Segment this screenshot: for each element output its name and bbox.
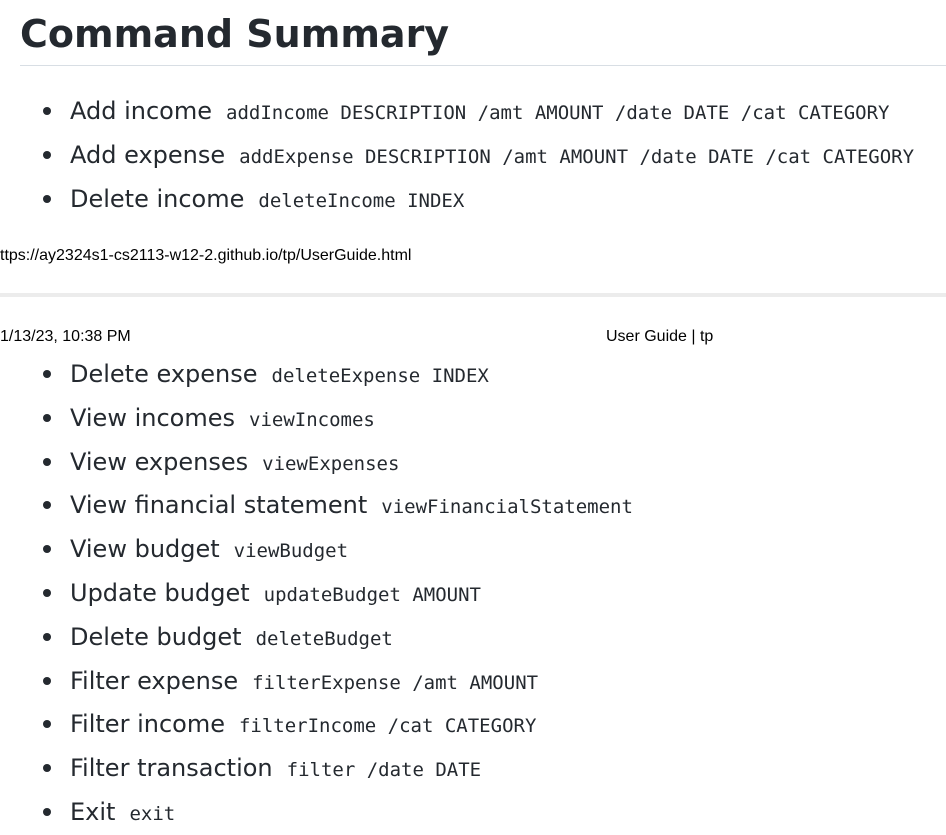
bullet-icon [43,807,51,816]
list-item: Delete budget deleteBudget [0,616,946,660]
command-description: Delete budget deleteBudget [70,622,393,654]
bullet-icon [43,632,51,641]
command-label: Filter expense [70,666,239,695]
list-item: Add income addIncome DESCRIPTION /amt AMO… [0,90,946,134]
command-code: viewFinancialStatement [381,496,633,519]
bullet-icon [43,150,51,159]
command-label: View incomes [70,403,235,432]
command-description: View budget viewBudget [70,534,348,566]
command-code: viewExpenses [262,452,400,475]
command-label: Delete expense [70,360,258,388]
command-description: Exit exit [70,797,175,829]
command-description: Delete income deleteIncome INDEX [70,184,464,216]
command-label: View expenses [70,447,249,476]
command-code: addIncome DESCRIPTION /amt AMOUNT /date … [226,102,890,124]
command-description: Delete expense deleteExpense INDEX [70,359,489,391]
list-item: Delete expense deleteExpense INDEX [0,353,946,397]
command-description: Add expense addExpense DESCRIPTION /amt A… [70,140,914,172]
command-label: Delete budget [70,622,242,651]
command-code: deleteExpense INDEX [271,365,489,387]
command-code: filterExpense /amt AMOUNT [252,671,539,694]
list-item: Update budget updateBudget AMOUNT [0,572,946,616]
command-code: viewIncomes [249,408,375,431]
command-description: View financial statement viewFinancialSta… [70,490,633,522]
list-item: View incomes viewIncomes [0,397,946,441]
command-description: Update budget updateBudget AMOUNT [70,578,481,610]
command-code: viewBudget [233,540,349,563]
command-label: Filter income [70,710,225,739]
command-description: Add income addIncome DESCRIPTION /amt AMO… [70,96,889,128]
command-label: Exit [70,797,116,826]
bullet-icon [43,676,51,685]
command-label: Add expense [70,140,226,169]
command-code: filterIncome /cat CATEGORY [238,715,537,738]
command-label: View budget [70,535,220,564]
command-code: exit [129,802,176,825]
command-code: deleteIncome INDEX [258,189,465,212]
list-item: Add expense addExpense DESCRIPTION /amt A… [0,134,946,178]
command-code: filter /date DATE [286,759,482,782]
bullet-icon [43,107,51,115]
list-item: Delete income deleteIncome INDEX [0,178,946,222]
bullet-icon [43,720,51,729]
bullet-icon [43,413,51,422]
command-code: deleteBudget [255,627,393,650]
bullet-icon [43,370,51,378]
command-description: Filter transaction filter /date DATE [70,753,481,785]
command-list: Add income addIncome DESCRIPTION /amt AMO… [0,90,946,221]
bullet-icon [43,194,51,203]
print-header-title: User Guide | tp [606,328,714,345]
command-label: Filter transaction [70,754,273,783]
command-description: View expenses viewExpenses [70,447,399,479]
command-description: Filter expense filterExpense /amt AMOUNT [70,666,538,698]
print-footer-url: ttps://ay2324s1-cs2113-w12-2.github.io/t… [0,247,412,264]
command-list: Delete expense deleteExpense INDEX View i… [0,353,946,835]
list-item: View budget viewBudget [0,528,946,572]
heading-divider [20,65,946,66]
page-break-divider [0,293,946,297]
command-code: updateBudget AMOUNT [263,583,481,606]
command-code: addExpense DESCRIPTION /amt AMOUNT /date… [239,145,915,168]
command-label: Update budget [70,578,250,607]
page-title: Command Summary [20,12,450,56]
command-description: View incomes viewIncomes [70,403,375,435]
command-label: Add income [70,97,212,125]
list-item: Filter income filterIncome /cat CATEGORY [0,703,946,747]
command-description: Filter income filterIncome /cat CATEGORY [70,709,536,741]
bullet-icon [43,588,51,597]
command-label: View financial statement [70,491,368,520]
list-item: View financial statement viewFinancialSta… [0,484,946,528]
bullet-icon [43,545,51,554]
list-item: Filter expense filterExpense /amt AMOUNT [0,660,946,704]
print-header-date: 1/13/23, 10:38 PM [0,328,131,345]
bullet-icon [43,764,51,773]
bullet-icon [43,501,51,510]
list-item: Exit exit [0,791,946,835]
bullet-icon [43,457,51,466]
list-item: Filter transaction filter /date DATE [0,747,946,791]
list-item: View expenses viewExpenses [0,441,946,485]
command-label: Delete income [70,184,245,213]
